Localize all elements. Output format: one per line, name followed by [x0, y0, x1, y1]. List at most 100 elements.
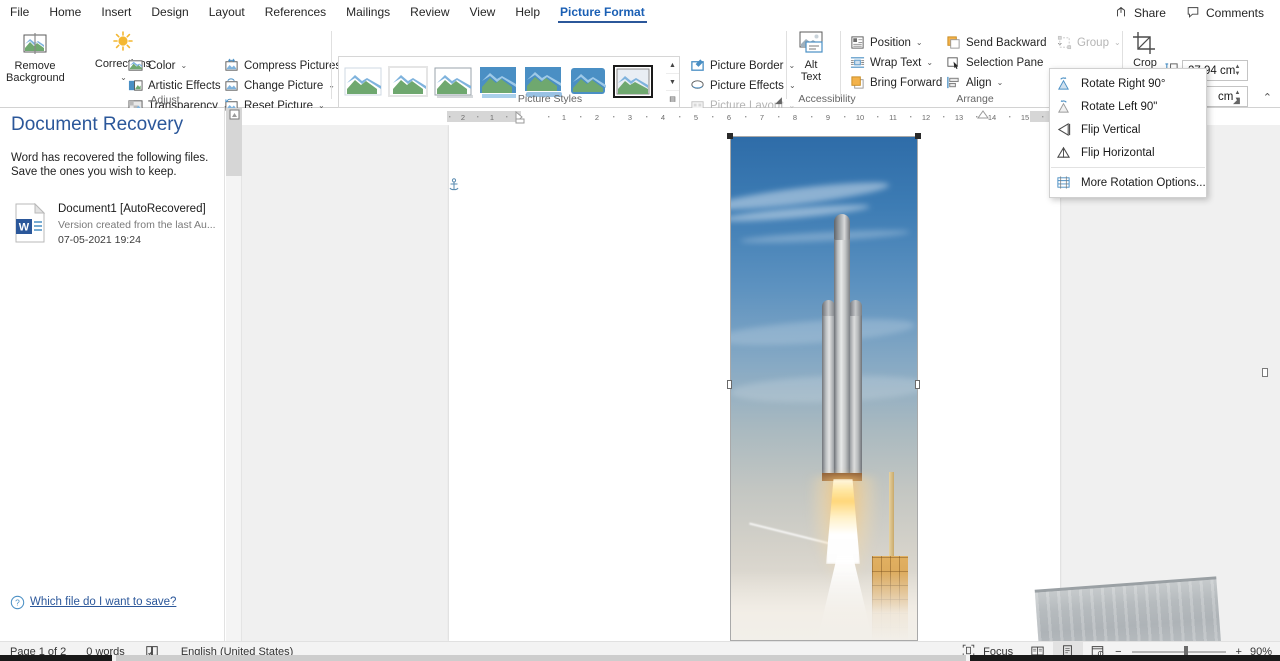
selection-pane-button[interactable]: Selection Pane: [944, 53, 1045, 72]
recovered-file-subtitle: Version created from the last Au...: [58, 219, 216, 231]
resize-handle-middle-right[interactable]: [915, 380, 920, 389]
resize-handle-middle-left[interactable]: [727, 380, 732, 389]
selection-pane-icon: [946, 55, 962, 71]
tab-design[interactable]: Design: [141, 0, 198, 25]
compress-pictures-label: Compress Pictures: [244, 59, 342, 72]
picture-selection-box: [730, 136, 918, 641]
zoom-slider[interactable]: [1131, 645, 1226, 658]
document-canvas[interactable]: [242, 125, 1280, 641]
selection-pane-label: Selection Pane: [966, 56, 1044, 69]
change-picture-button[interactable]: Change Picture ⌄: [222, 76, 337, 95]
artistic-effects-button[interactable]: Artistic Effects ⌄: [126, 76, 234, 95]
wrap-text-button[interactable]: Wrap Text ⌄: [848, 53, 935, 72]
align-button[interactable]: Align ⌄: [944, 73, 1005, 92]
bottom-scroll-strip[interactable]: [0, 655, 1280, 661]
tab-home[interactable]: Home: [39, 0, 91, 25]
tab-view[interactable]: View: [460, 0, 506, 25]
tab-label: Picture Format: [560, 5, 645, 19]
wall-picture[interactable]: [1034, 576, 1222, 641]
picture-style-thumb[interactable]: [388, 65, 428, 99]
chevron-down-icon[interactable]: ⌄: [180, 61, 187, 70]
menu-item-more-rotation-options[interactable]: More Rotation Options...: [1050, 171, 1206, 194]
picture-height-stepper[interactable]: ▲ ▼: [1231, 60, 1244, 81]
color-button[interactable]: Color ⌄: [126, 56, 189, 75]
comments-label: Comments: [1205, 5, 1264, 20]
bring-forward-button[interactable]: Bring Forward ⌄: [848, 73, 956, 92]
recovered-file-item[interactable]: W Document1 [AutoRecovered] Version crea…: [14, 202, 216, 249]
vertical-ruler[interactable]: [226, 108, 242, 641]
remove-background-label-1: Remove: [14, 60, 56, 72]
picture-border-icon: [690, 58, 706, 74]
change-picture-label: Change Picture: [244, 79, 324, 92]
remove-background-label-2: Background: [6, 72, 65, 84]
crop-button[interactable]: Crop: [1128, 31, 1162, 69]
scroll-up-icon[interactable]: ▲: [666, 57, 679, 74]
tab-review[interactable]: Review: [400, 0, 459, 25]
tab-label: Home: [49, 5, 82, 19]
menu-item-label: Flip Horizontal: [1081, 146, 1155, 159]
alt-text-button[interactable]: Alt Text: [790, 30, 832, 83]
menu-item-rotate-right-90[interactable]: Rotate Right 90°: [1050, 72, 1206, 95]
chevron-down-icon[interactable]: ⌄: [926, 58, 933, 67]
position-button[interactable]: Position ⌄: [848, 33, 925, 52]
svg-text:14: 14: [988, 113, 996, 122]
menu-separator: [1051, 167, 1205, 168]
tab-file[interactable]: File: [0, 0, 39, 25]
page-edge-handle[interactable]: [1262, 368, 1268, 377]
svg-text:7: 7: [760, 113, 764, 122]
alt-text-icon: [797, 30, 825, 56]
horizontal-scrollbar[interactable]: [116, 655, 966, 661]
recovered-file-timestamp: 07-05-2021 19:24: [58, 234, 141, 246]
share-label: Share: [1133, 5, 1166, 20]
tab-mailings[interactable]: Mailings: [336, 0, 400, 25]
svg-text:8: 8: [793, 113, 797, 122]
recovery-description: Word has recovered the following files. …: [11, 151, 211, 179]
taskbar-segment-left: [0, 655, 112, 661]
scroll-down-icon[interactable]: ▼: [666, 74, 679, 91]
svg-text:10: 10: [856, 113, 864, 122]
word-doc-icon: W: [14, 202, 46, 246]
chevron-down-icon[interactable]: ⌄: [916, 38, 923, 47]
wrap-text-label: Wrap Text: [870, 56, 922, 69]
chevron-down-icon: ⌄: [1113, 38, 1121, 47]
recovery-help-link[interactable]: Which file do I want to save?: [30, 596, 176, 608]
object-anchor-icon: [448, 178, 460, 195]
picture-styles-scroll[interactable]: ▲ ▼ ▤: [666, 56, 680, 108]
tab-picture-format[interactable]: Picture Format: [550, 0, 655, 25]
collapse-ribbon-button[interactable]: ⌃: [1263, 91, 1272, 104]
stepper-down-icon[interactable]: ▼: [1235, 71, 1241, 78]
stepper-up-icon[interactable]: ▲: [1235, 64, 1241, 71]
comments-button[interactable]: Comments: [1178, 3, 1272, 23]
picture-style-thumb[interactable]: [343, 65, 383, 99]
menu-item-flip-horizontal[interactable]: Flip Horizontal: [1050, 141, 1206, 164]
align-label: Align: [966, 76, 992, 89]
chevron-down-icon[interactable]: ⌄: [997, 78, 1004, 87]
compress-pictures-button[interactable]: Compress Pictures: [222, 56, 343, 75]
svg-text:W: W: [19, 222, 30, 234]
document-recovery-pane: Document Recovery Word has recovered the…: [0, 108, 225, 641]
group-label-accessibility: Accessibility: [798, 93, 856, 105]
titlebar-actions: Share Comments: [1106, 3, 1280, 23]
color-label: Color: [148, 59, 176, 72]
recovery-description-line1: Word has recovered the following files.: [11, 152, 209, 164]
tab-layout[interactable]: Layout: [199, 0, 255, 25]
menu-item-flip-vertical[interactable]: Flip Vertical: [1050, 118, 1206, 141]
wrap-text-icon: [850, 55, 866, 71]
remove-background-button[interactable]: Remove Background: [6, 30, 65, 84]
document-page[interactable]: [448, 125, 1268, 641]
resize-handle-top-left[interactable]: [727, 133, 733, 139]
send-backward-button[interactable]: Send Backward ⌄: [944, 33, 1065, 52]
resize-handle-top-right[interactable]: [915, 133, 921, 139]
menu-item-rotate-left-90[interactable]: Rotate Left 90": [1050, 95, 1206, 118]
gallery-more-icon[interactable]: ▤: [666, 91, 679, 107]
tab-references[interactable]: References: [255, 0, 336, 25]
size-dialog-launcher[interactable]: ◢: [1233, 95, 1240, 106]
share-button[interactable]: Share: [1106, 3, 1174, 23]
tab-insert[interactable]: Insert: [91, 0, 141, 25]
artistic-effects-icon: [128, 78, 144, 94]
picture-border-button[interactable]: Picture Border ⌄: [688, 56, 797, 75]
group-label-picture-styles: Picture Styles: [517, 93, 583, 105]
svg-text:2: 2: [595, 113, 599, 122]
bring-forward-icon: [850, 75, 866, 91]
tab-help[interactable]: Help: [505, 0, 550, 25]
